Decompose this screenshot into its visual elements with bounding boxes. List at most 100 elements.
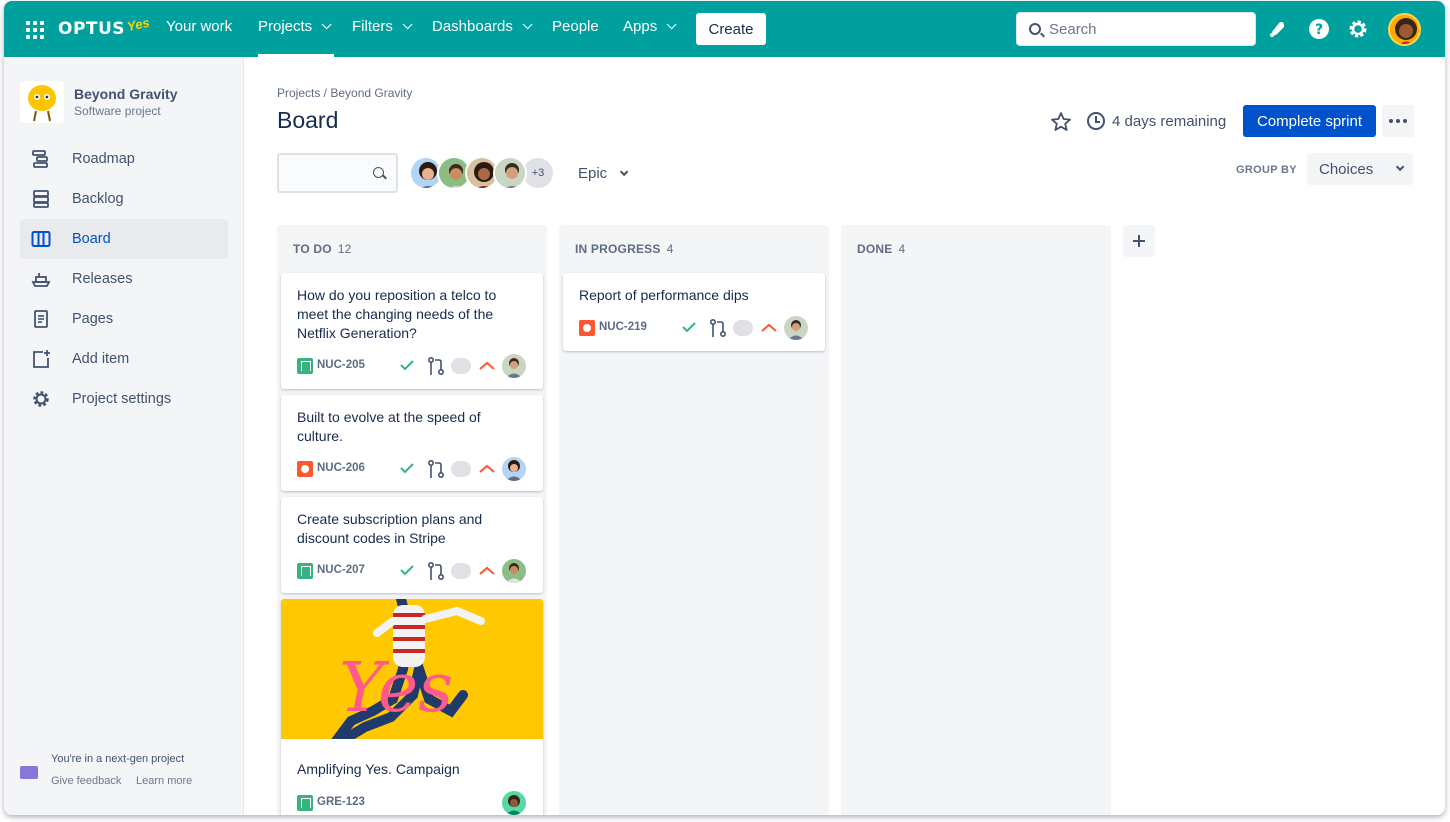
complete-sprint-button[interactable]: Complete sprint [1243,105,1376,137]
estimate-pill [451,563,471,579]
project-type: Software project [74,104,161,118]
app-switcher-icon[interactable] [26,21,44,39]
assignee-avatar[interactable] [502,559,526,583]
epic-filter-dropdown[interactable]: Epic [578,165,629,182]
brand-name: OPTUS [58,19,126,39]
priority-high-icon [479,464,495,473]
issue-card[interactable]: Built to evolve at the speed of culture.… [281,395,543,491]
issue-card[interactable]: Yes Amplifying Yes. Campaign GRE-123 [281,599,543,815]
nav-people[interactable]: People [552,18,599,35]
issue-summary: Amplifying Yes. Campaign [297,761,460,777]
chevron-down-icon [321,19,332,30]
folder-icon [20,766,38,779]
assignee-avatar[interactable] [502,791,526,815]
assignee-avatar[interactable] [502,354,526,378]
sidebar-item-add-item[interactable]: Add item [20,339,228,379]
assignee-avatar[interactable] [493,156,527,190]
search-icon [1029,23,1041,35]
add-column-button[interactable] [1123,225,1155,257]
sidebar-item-label: Releases [72,271,133,287]
sidebar-item-releases[interactable]: Releases [20,259,228,299]
nav-label: Projects [258,18,313,35]
column-name: TO DO [293,242,332,256]
nav-label: People [552,18,599,35]
estimate-pill [451,358,471,374]
column-count: 4 [898,242,906,256]
page-title: Board [277,107,339,133]
learn-more-link[interactable]: Learn more [136,775,192,787]
top-navigation: OPTUS Yes Your work Projects Filters Das… [4,1,1445,57]
sidebar-item-label: Backlog [72,191,124,207]
star-icon[interactable] [1050,111,1072,133]
check-icon [400,565,414,576]
check-icon [400,360,414,371]
help-icon[interactable]: ? [1307,17,1331,41]
give-feedback-link[interactable]: Give feedback [51,775,121,787]
app-window: OPTUS Yes Your work Projects Filters Das… [4,1,1445,815]
branch-icon [427,356,445,376]
nav-your-work[interactable]: Your work [166,18,232,35]
sidebar-item-roadmap[interactable]: Roadmap [20,139,228,179]
check-icon [682,322,696,333]
issue-card[interactable]: Create subscription plans and discount c… [281,497,543,593]
column-header: DONE 4 [857,242,905,256]
issue-key: GRE-123 [317,796,365,808]
issue-summary: How do you reposition a telco to meet th… [297,287,497,341]
nav-dashboards[interactable]: Dashboards [432,18,533,35]
backlog-icon [30,188,52,210]
board-search-input[interactable] [277,153,398,193]
board-column-done: DONE 4 [841,225,1111,815]
issue-card[interactable]: Report of performance dips NUC-219 [563,273,825,351]
search-icon [373,167,384,178]
group-by-value: Choices [1319,160,1374,178]
board-column-in-progress: IN PROGRESS 4 Report of performance dips … [559,225,829,815]
settings-icon[interactable] [1346,17,1370,41]
brand-logo[interactable]: OPTUS Yes [58,14,151,41]
branch-icon [427,561,445,581]
sprint-remaining: 4 days remaining [1112,113,1227,130]
create-button[interactable]: Create [696,13,766,45]
assignee-avatar[interactable] [502,457,526,481]
story-icon [297,795,313,811]
story-icon [297,563,313,579]
assignee-filter: +3 [409,156,555,190]
column-name: IN PROGRESS [575,242,661,256]
issue-summary: Report of performance dips [579,287,749,303]
project-sidebar: Beyond Gravity Software project Roadmap … [4,57,244,815]
issue-key: NUC-219 [599,321,647,333]
group-by-select[interactable]: Choices [1307,153,1413,185]
bug-icon [579,320,595,336]
column-header: TO DO 12 [293,242,352,256]
assignee-avatar[interactable] [784,316,808,340]
nav-projects[interactable]: Projects [258,18,332,35]
more-actions-button[interactable] [1382,105,1414,137]
sidebar-item-pages[interactable]: Pages [20,299,228,339]
board-icon [30,228,52,250]
nav-filters[interactable]: Filters [352,18,413,35]
sidebar-item-backlog[interactable]: Backlog [20,179,228,219]
user-avatar[interactable] [1388,13,1421,46]
sidebar-item-board[interactable]: Board [20,219,228,259]
chevron-down-icon [620,167,629,176]
branch-icon [427,459,445,479]
column-count: 4 [666,242,674,256]
sidebar-item-label: Add item [72,351,130,367]
board-column-todo: TO DO 12 How do you reposition a telco to… [277,225,547,815]
breadcrumb[interactable]: Projects / Beyond Gravity [277,86,412,100]
nav-apps[interactable]: Apps [623,18,677,35]
notifications-icon[interactable] [1266,17,1290,41]
bug-icon [297,461,313,477]
nav-label: Your work [166,18,233,35]
issue-key: NUC-206 [317,462,365,474]
project-header[interactable]: Beyond Gravity Software project [20,81,177,123]
priority-high-icon [761,323,777,332]
issue-key: NUC-205 [317,359,365,371]
sidebar-item-project-settings[interactable]: Project settings [20,379,228,419]
issue-card-footer: GRE-123 [297,791,529,815]
issue-card[interactable]: How do you reposition a telco to meet th… [281,273,543,389]
sidebar-item-label: Pages [72,311,114,327]
sidebar-item-label: Board [72,231,111,247]
next-gen-notice: You're in a next-gen project [51,753,185,765]
search-input[interactable]: Search [1016,12,1256,46]
roadmap-icon [30,148,52,170]
